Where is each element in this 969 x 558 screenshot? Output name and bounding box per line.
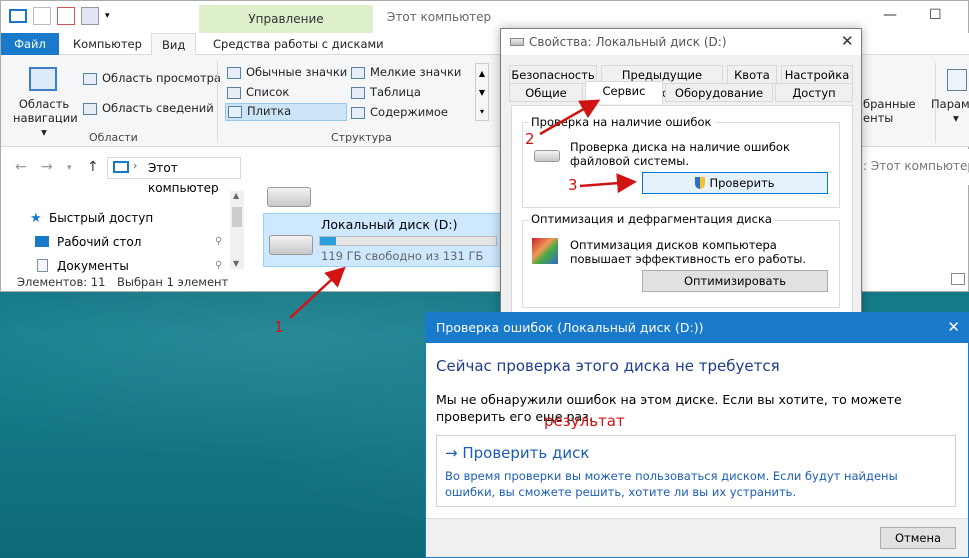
annotation-1: 1 bbox=[274, 318, 284, 336]
annotation-arrows bbox=[289, 99, 637, 319]
annotation-3: 3 bbox=[568, 176, 578, 194]
arrow-to-check-button bbox=[579, 173, 637, 194]
arrow-to-drive bbox=[289, 266, 346, 319]
arrow-to-tools-tab bbox=[539, 99, 601, 136]
annotation-result: результат bbox=[544, 412, 625, 430]
annotation-2: 2 bbox=[525, 130, 535, 148]
